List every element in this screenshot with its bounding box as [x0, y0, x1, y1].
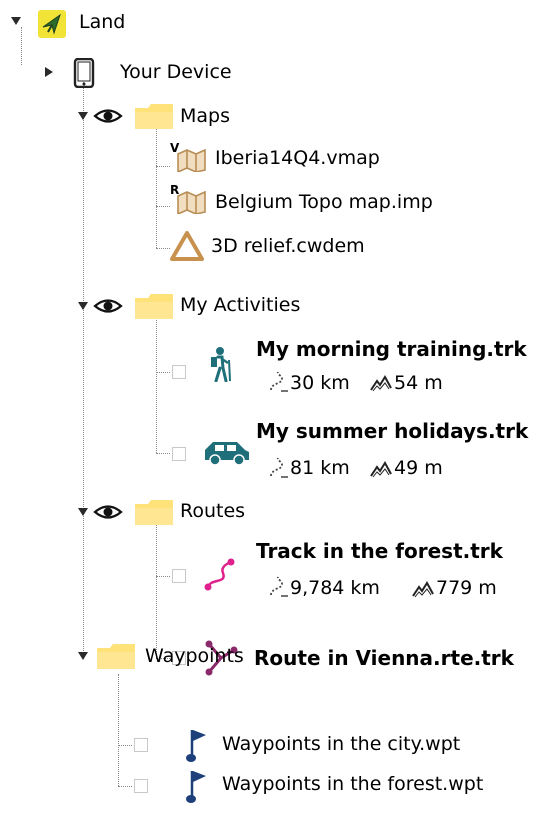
tree-label-routes[interactable]: Routes — [180, 499, 245, 523]
elevation-icon — [411, 579, 435, 599]
expand-toggle-activities[interactable] — [78, 302, 88, 310]
track-distance: 30 km — [290, 372, 350, 394]
waypoint-label-1[interactable]: Waypoints in the forest.wpt — [222, 772, 483, 796]
track-distance: 81 km — [290, 457, 350, 479]
relief-triangle-icon — [170, 230, 204, 262]
track-elevation: 54 m — [394, 372, 443, 394]
folder-icon — [96, 642, 136, 670]
map-label-1[interactable]: Belgium Topo map.imp — [215, 190, 433, 214]
hiker-icon — [205, 346, 235, 382]
route-label[interactable]: Route in Vienna.rte.trk — [254, 646, 514, 670]
map-badge: R — [170, 183, 180, 197]
expand-toggle-waypoints[interactable] — [78, 652, 88, 660]
phone-icon — [73, 58, 95, 88]
flag-icon — [184, 768, 210, 804]
track-label-0[interactable]: My morning training.trk — [256, 337, 527, 361]
elevation-icon — [369, 373, 393, 393]
map-label-2[interactable]: 3D relief.cwdem — [211, 234, 365, 258]
track-elevation: 779 m — [436, 577, 497, 599]
tree-label-waypoints[interactable]: Waypoints — [145, 644, 244, 668]
expand-toggle-land[interactable] — [11, 17, 21, 25]
expand-toggle-routes[interactable] — [78, 508, 88, 516]
folder-icon — [134, 498, 174, 526]
waypoint-label-0[interactable]: Waypoints in the city.wpt — [222, 732, 460, 756]
waypoint-checkbox[interactable] — [134, 738, 148, 752]
eye-icon[interactable] — [93, 298, 123, 314]
expand-toggle-maps[interactable] — [78, 112, 88, 120]
land-icon — [38, 10, 66, 38]
distance-icon — [268, 457, 290, 479]
eye-icon[interactable] — [93, 108, 123, 124]
waypoint-checkbox[interactable] — [134, 779, 148, 793]
folder-icon — [134, 292, 174, 320]
distance-icon — [268, 576, 290, 598]
folder-icon — [134, 102, 174, 130]
flag-icon — [184, 727, 210, 763]
eye-icon[interactable] — [93, 504, 123, 520]
track-distance: 9,784 km — [290, 577, 380, 599]
track-curve-icon — [203, 558, 237, 592]
tree-label-maps[interactable]: Maps — [180, 104, 230, 128]
track-checkbox[interactable] — [172, 569, 186, 583]
car-icon — [203, 438, 251, 468]
track-elevation: 49 m — [394, 457, 443, 479]
distance-icon — [268, 371, 290, 393]
map-badge: V — [170, 141, 180, 155]
tree-label-device[interactable]: Your Device — [120, 60, 232, 84]
tree-label-activities[interactable]: My Activities — [180, 293, 300, 317]
expand-toggle-device[interactable] — [45, 67, 53, 77]
track-checkbox[interactable] — [172, 447, 186, 461]
track-checkbox[interactable] — [172, 365, 186, 379]
map-label-0[interactable]: Iberia14Q4.vmap — [215, 146, 380, 170]
elevation-icon — [369, 459, 393, 479]
track-label-1[interactable]: My summer holidays.trk — [256, 419, 528, 443]
track-label-2[interactable]: Track in the forest.trk — [256, 539, 503, 563]
tree-label-land[interactable]: Land — [79, 10, 125, 34]
